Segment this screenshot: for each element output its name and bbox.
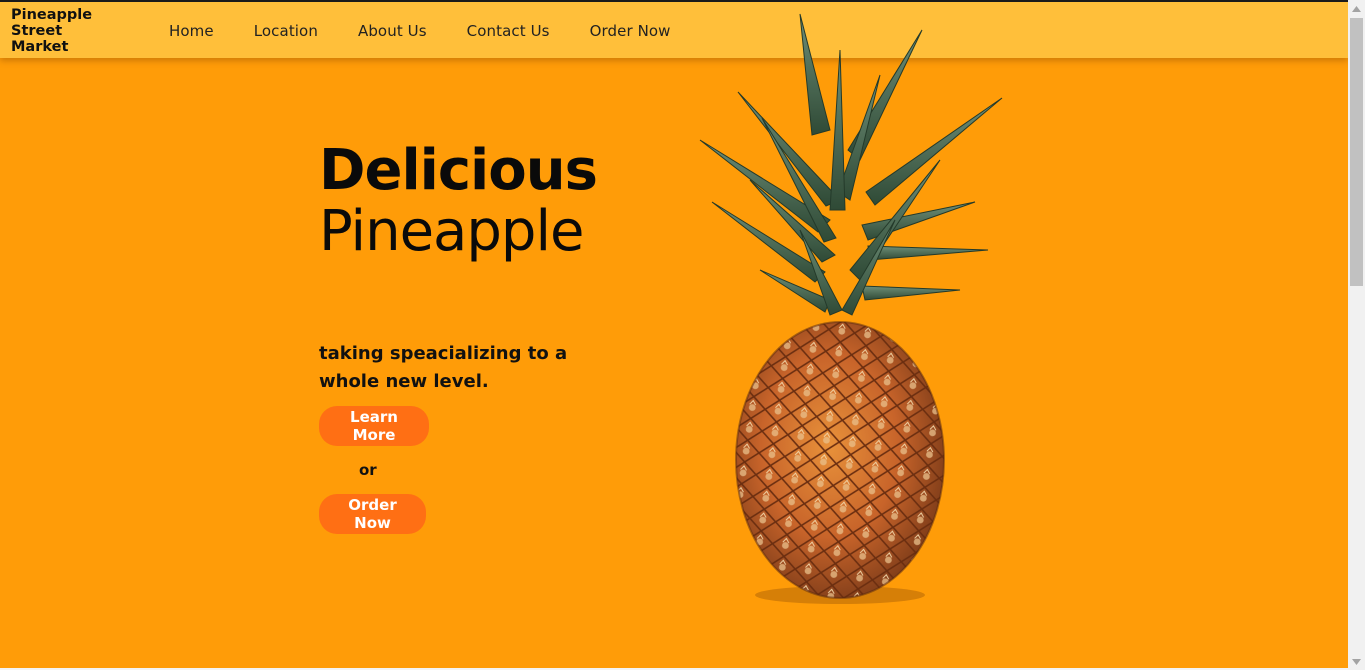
nav-link-order-now[interactable]: Order Now xyxy=(590,21,671,43)
navbar: Pineapple Street Market Home Location Ab… xyxy=(0,2,1348,58)
pineapple-image xyxy=(699,13,1003,604)
scroll-down-arrow-icon[interactable] xyxy=(1348,653,1365,670)
hero-subtitle: Pineapple xyxy=(319,199,584,264)
nav-link-home[interactable]: Home xyxy=(169,21,214,43)
vertical-scrollbar[interactable] xyxy=(1348,0,1365,670)
hero-tagline: taking speacializing to a whole new leve… xyxy=(319,343,568,392)
order-now-button[interactable]: Order Now xyxy=(319,494,426,534)
scroll-up-arrow-icon[interactable] xyxy=(1348,0,1365,17)
nav-link-about-us[interactable]: About Us xyxy=(358,21,427,43)
hero-heading: Delicious Pineapple xyxy=(319,140,649,262)
page: Pineapple Street Market Home Location Ab… xyxy=(0,0,1365,670)
nav-links: Home Location About Us Contact Us Order … xyxy=(169,21,711,43)
nav-link-contact-us[interactable]: Contact Us xyxy=(467,21,550,43)
top-border xyxy=(0,0,1348,2)
or-separator: or xyxy=(359,461,377,479)
hero-title: Delicious xyxy=(319,138,598,203)
learn-more-button[interactable]: Learn More xyxy=(319,406,429,446)
nav-link-location[interactable]: Location xyxy=(254,21,318,43)
brand-logo[interactable]: Pineapple Street Market xyxy=(11,7,111,55)
scrollbar-thumb[interactable] xyxy=(1350,18,1363,286)
